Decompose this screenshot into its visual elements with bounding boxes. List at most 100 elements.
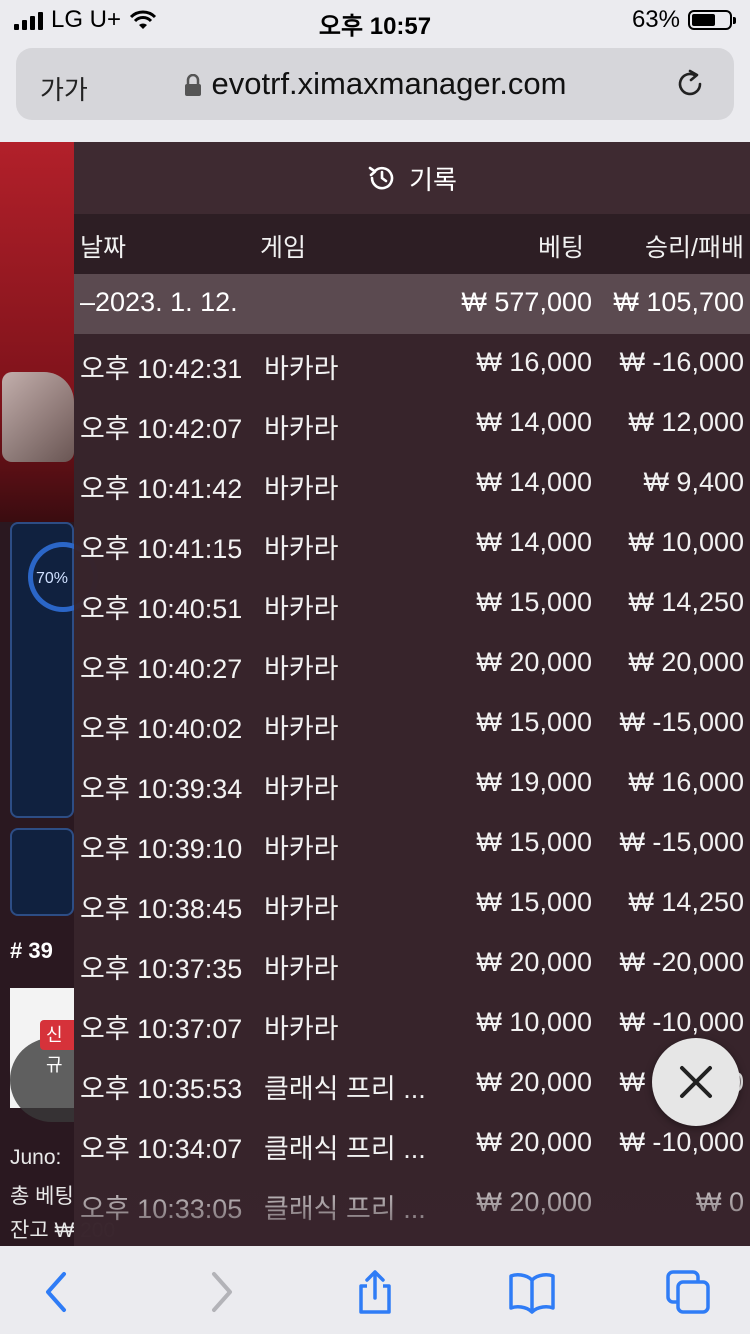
row-time: 오후 10:40:02 xyxy=(80,714,243,744)
close-button[interactable] xyxy=(652,1038,740,1126)
row-game: 바카라 xyxy=(264,534,339,564)
progress-label: 70% xyxy=(36,570,69,587)
history-panel: 기록 날짜 게임 베팅 승리/패배 –2023. 1. 12. ₩ 577,00… xyxy=(74,142,750,1246)
battery-icon xyxy=(688,10,736,30)
row-bet: ₩ 15,000 xyxy=(476,827,592,857)
row-game: 바카라 xyxy=(264,414,339,444)
row-bet: ₩ 14,000 xyxy=(476,407,592,437)
row-game: 클래식 프리 ... xyxy=(264,1194,426,1224)
bookmarks-icon[interactable] xyxy=(508,1268,556,1316)
row-bet: ₩ 15,000 xyxy=(476,587,592,617)
address-bar[interactable]: 가가 evotrf.ximaxmanager.com xyxy=(16,48,734,120)
row-bet: ₩ 20,000 xyxy=(476,1067,592,1097)
row-result: ₩ 16,000 xyxy=(628,767,744,797)
row-bet: ₩ 14,000 xyxy=(476,527,592,557)
row-result: ₩ -10,000 xyxy=(619,1007,744,1037)
history-row[interactable]: 오후 10:40:02 바카라 ₩ 15,000 ₩ -15,000 xyxy=(74,694,750,754)
row-time: 오후 10:42:31 xyxy=(80,354,243,384)
row-time: 오후 10:40:27 xyxy=(80,654,243,684)
history-icon xyxy=(368,166,394,190)
row-result: ₩ 14,250 xyxy=(628,587,744,617)
back-icon[interactable] xyxy=(34,1268,82,1316)
battery-percent: 63% xyxy=(631,6,680,33)
row-bet: ₩ 20,000 xyxy=(476,1187,592,1217)
row-game: 클래식 프리 ... xyxy=(264,1074,426,1104)
history-row[interactable]: 오후 10:39:10 바카라 ₩ 15,000 ₩ -15,000 xyxy=(74,814,750,874)
browser-toolbar xyxy=(0,1246,750,1334)
reload-icon[interactable] xyxy=(674,68,706,100)
live-video-thumbnail xyxy=(0,142,74,522)
date-group-result: ₩ 105,700 xyxy=(613,287,744,317)
row-result: ₩ -16,000 xyxy=(619,347,744,377)
row-time: 오후 10:41:42 xyxy=(80,474,243,504)
history-row[interactable]: 오후 10:33:05 클래식 프리 ... ₩ 20,000 ₩ 0 xyxy=(74,1174,750,1234)
history-row[interactable]: 오후 10:40:51 바카라 ₩ 15,000 ₩ 14,250 xyxy=(74,574,750,634)
row-bet: ₩ 10,000 xyxy=(476,1007,592,1037)
row-bet: ₩ 20,000 xyxy=(476,647,592,677)
date-group-row[interactable]: –2023. 1. 12. ₩ 577,000 ₩ 105,700 xyxy=(74,274,750,334)
row-time: 오후 10:34:07 xyxy=(80,1134,243,1164)
row-game: 바카라 xyxy=(264,714,339,744)
history-row[interactable]: 오후 10:38:45 바카라 ₩ 15,000 ₩ 14,250 xyxy=(74,874,750,934)
table-number: # 39 xyxy=(10,938,53,963)
browser-top-bar: 가가 evotrf.ximaxmanager.com xyxy=(0,40,750,142)
row-time: 오후 10:40:51 xyxy=(80,594,243,624)
row-game: 바카라 xyxy=(264,594,339,624)
row-game: 바카라 xyxy=(264,774,339,804)
row-time: 오후 10:33:05 xyxy=(80,1194,243,1224)
row-time: 오후 10:37:35 xyxy=(80,954,243,984)
game-card-secondary[interactable] xyxy=(10,828,74,916)
row-result: ₩ 12,000 xyxy=(628,407,744,437)
date-group-bet: ₩ 577,000 xyxy=(461,287,592,317)
game-card[interactable]: 70% xyxy=(10,522,98,818)
row-result: ₩ 0 xyxy=(695,1187,744,1217)
row-game: 클래식 프리 ... xyxy=(264,1134,426,1164)
history-row[interactable]: 오후 10:42:07 바카라 ₩ 14,000 ₩ 12,000 xyxy=(74,394,750,454)
row-time: 오후 10:39:10 xyxy=(80,834,243,864)
history-title: 기록 xyxy=(409,164,457,195)
row-game: 바카라 xyxy=(264,654,339,684)
history-row[interactable]: 오후 10:40:27 바카라 ₩ 20,000 ₩ 20,000 xyxy=(74,634,750,694)
column-game: 게임 xyxy=(260,234,307,262)
column-date: 날짜 xyxy=(80,234,127,262)
row-game: 바카라 xyxy=(264,834,339,864)
row-game: 바카라 xyxy=(264,354,339,384)
row-game: 바카라 xyxy=(264,894,339,924)
column-bet: 베팅 xyxy=(537,234,584,262)
player-name: Juno: xyxy=(10,1146,62,1169)
row-result: ₩ 9,400 xyxy=(643,467,744,497)
row-bet: ₩ 20,000 xyxy=(476,1127,592,1157)
row-bet: ₩ 16,000 xyxy=(476,347,592,377)
share-icon[interactable] xyxy=(351,1268,399,1316)
row-bet: ₩ 14,000 xyxy=(476,467,592,497)
history-header: 기록 xyxy=(74,142,750,214)
history-row[interactable]: 오후 10:42:31 바카라 ₩ 16,000 ₩ -16,000 xyxy=(74,334,750,394)
new-badge: 신규 xyxy=(40,1020,74,1075)
row-result: ₩ 20,000 xyxy=(628,647,744,677)
history-row[interactable]: 오후 10:39:34 바카라 ₩ 19,000 ₩ 16,000 xyxy=(74,754,750,814)
row-bet: ₩ 20,000 xyxy=(476,947,592,977)
forward-icon[interactable] xyxy=(196,1268,244,1316)
row-time: 오후 10:41:15 xyxy=(80,534,243,564)
row-bet: ₩ 15,000 xyxy=(476,887,592,917)
row-game: 바카라 xyxy=(264,1014,339,1044)
history-row[interactable]: 오후 10:35:53클래식 프리 ...₩ 20,000₩ -20,000 xyxy=(74,1054,750,1114)
history-row[interactable]: 오후 10:37:07 바카라 ₩ 10,000 ₩ -10,000 xyxy=(74,994,750,1054)
row-bet: ₩ 19,000 xyxy=(476,767,592,797)
history-row[interactable]: 오후 10:41:42 바카라 ₩ 14,000 ₩ 9,400 xyxy=(74,454,750,514)
history-row[interactable]: 오후 10:34:07 클래식 프리 ... ₩ 20,000 ₩ -10,000 xyxy=(74,1114,750,1174)
history-row[interactable]: 오후 10:37:35 바카라 ₩ 20,000 ₩ -20,000 xyxy=(74,934,750,994)
row-result: ₩ -15,000 xyxy=(619,827,744,857)
total-bet-label: 총 베팅 xyxy=(10,1185,74,1208)
row-result: ₩ -20,000 xyxy=(619,947,744,977)
tabs-icon[interactable] xyxy=(664,1268,712,1316)
row-game: 바카라 xyxy=(264,954,339,984)
row-result: ₩ 14,250 xyxy=(628,887,744,917)
row-result: ₩ -10,000 xyxy=(619,1127,744,1157)
lock-icon xyxy=(184,74,201,96)
row-bet: ₩ 15,000 xyxy=(476,707,592,737)
row-time: 오후 10:38:45 xyxy=(80,894,243,924)
close-icon xyxy=(680,1066,712,1098)
history-column-headers: 날짜 게임 베팅 승리/패배 xyxy=(74,214,750,274)
history-row[interactable]: 오후 10:41:15 바카라 ₩ 14,000 ₩ 10,000 xyxy=(74,514,750,574)
